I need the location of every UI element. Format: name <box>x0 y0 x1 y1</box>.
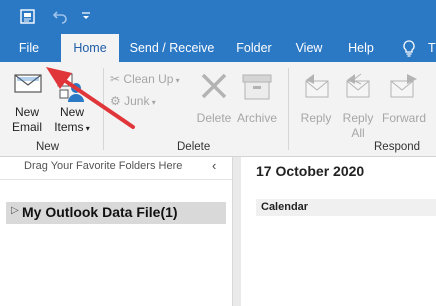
data-file-folder[interactable]: ▷ My Outlook Data File(1) <box>6 202 226 224</box>
collapse-pane-icon[interactable]: ‹ <box>212 158 216 173</box>
new-email-button[interactable]: New Email <box>4 68 50 138</box>
lightbulb-icon[interactable] <box>402 40 416 60</box>
new-items-label-2: Items ▾ <box>54 120 90 134</box>
forward-icon <box>389 72 419 103</box>
tab-view[interactable]: View <box>288 34 330 62</box>
junk-button[interactable]: ⚙ Junk ▾ <box>110 92 156 110</box>
ribbon-tabs: File Home Send / Receive Folder View Hel… <box>0 34 436 62</box>
quick-access-toolbar <box>0 0 436 34</box>
delete-label: Delete <box>196 111 232 125</box>
group-label-new: New <box>36 141 60 153</box>
data-file-label: My Outlook Data File(1) <box>22 204 178 220</box>
new-email-label-2: Email <box>11 120 42 134</box>
forward-button[interactable]: Forward <box>380 68 428 138</box>
clean-up-button[interactable]: ✂ Clean Up ▾ <box>110 70 180 88</box>
calendar-date-header: 17 October 2020 <box>256 163 365 179</box>
archive-label: Archive <box>236 111 277 125</box>
reply-all-label-1: Reply <box>342 111 374 125</box>
customize-qat-icon[interactable] <box>81 11 91 25</box>
junk-icon: ⚙ <box>110 94 121 108</box>
folder-pane-divider <box>0 179 232 180</box>
calendar-label: Calendar <box>261 201 309 213</box>
group-label-delete: Delete <box>177 141 211 153</box>
group-label-respond: Respond <box>374 141 421 153</box>
send-receive-icon[interactable] <box>19 8 37 29</box>
tab-send-receive[interactable]: Send / Receive <box>126 34 218 62</box>
delete-x-icon <box>200 72 228 103</box>
tab-help[interactable]: Help <box>340 34 382 62</box>
ribbon: New Email New Items ▾ New ✂ Clean Up ▾ ⚙… <box>0 62 436 157</box>
forward-label: Forward <box>381 111 426 125</box>
archive-button[interactable]: Archive <box>234 68 280 128</box>
tab-file[interactable]: File <box>10 34 48 62</box>
group-separator <box>103 68 104 150</box>
tab-home[interactable]: Home <box>61 34 119 62</box>
new-items-label-1: New <box>59 105 84 119</box>
envelope-icon <box>14 72 42 97</box>
reply-all-label-2: All <box>351 126 365 140</box>
folder-pane: Drag Your Favorite Folders Here ‹ <box>0 157 232 306</box>
tab-folder[interactable]: Folder <box>226 34 282 62</box>
pane-splitter[interactable] <box>232 157 241 306</box>
group-separator <box>288 68 289 150</box>
reply-all-icon <box>343 72 373 103</box>
reply-label: Reply <box>300 111 332 125</box>
archive-box-icon <box>242 74 272 103</box>
expand-triangle-icon[interactable]: ▷ <box>11 205 19 216</box>
reply-all-button[interactable]: Reply All <box>338 68 378 140</box>
undo-icon[interactable] <box>52 8 68 27</box>
new-email-label-1: New <box>14 105 39 119</box>
new-items-button[interactable]: New Items ▾ <box>50 68 94 138</box>
reply-icon <box>302 72 332 103</box>
reply-button[interactable]: Reply <box>296 68 336 138</box>
favorites-hint: Drag Your Favorite Folders Here <box>24 160 183 172</box>
delete-button[interactable]: Delete <box>194 68 234 128</box>
calendar-bar: Calendar <box>256 199 436 216</box>
tab-tell-me[interactable]: T <box>428 34 436 62</box>
new-items-icon <box>56 72 86 105</box>
clean-up-icon: ✂ <box>110 72 121 86</box>
